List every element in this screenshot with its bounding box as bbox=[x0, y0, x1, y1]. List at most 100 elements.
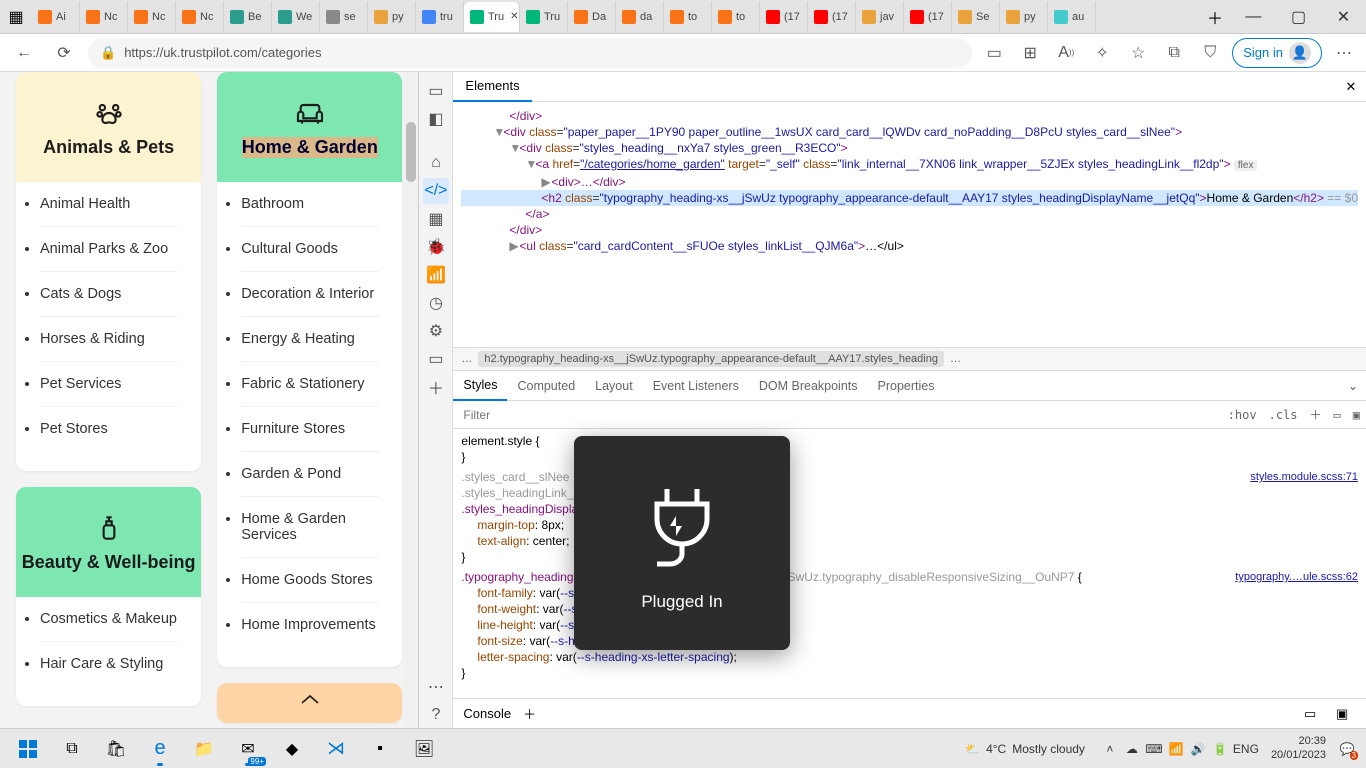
elements-tool-icon[interactable]: </> bbox=[423, 178, 449, 204]
url-box[interactable]: 🔒 https://uk.trustpilot.com/categories bbox=[88, 38, 972, 68]
browser-tab[interactable]: to bbox=[664, 2, 712, 32]
hov-toggle[interactable]: :hov bbox=[1222, 408, 1263, 422]
dock-icon[interactable]: ▭ bbox=[423, 78, 449, 104]
browser-tab[interactable]: Nc bbox=[128, 2, 176, 32]
help-icon[interactable]: ? bbox=[423, 702, 449, 728]
clock[interactable]: 20:39 20/01/2023 bbox=[1271, 735, 1326, 761]
category-link[interactable]: Decoration & Interior bbox=[241, 272, 378, 317]
browser-tab[interactable]: Se bbox=[952, 2, 1000, 32]
dom-breadcrumb[interactable]: … h2.typography_heading-xs__jSwUz.typogr… bbox=[453, 347, 1366, 371]
new-tab-button[interactable]: ＋ bbox=[1199, 0, 1231, 34]
cls-toggle[interactable]: .cls bbox=[1263, 408, 1304, 422]
dock-icon[interactable]: ◧ bbox=[423, 106, 449, 132]
app-icon[interactable]: ◆ bbox=[270, 730, 314, 768]
file-explorer-icon[interactable]: 📁 bbox=[182, 730, 226, 768]
toggle-button[interactable]: ▭ bbox=[1328, 408, 1347, 422]
browser-tab[interactable]: Da bbox=[568, 2, 616, 32]
browser-tab[interactable]: Tru✕ bbox=[464, 2, 520, 32]
category-link[interactable]: Cats & Dogs bbox=[40, 272, 177, 317]
category-link[interactable]: Home & Garden Services bbox=[241, 497, 378, 558]
category-link[interactable]: Animal Parks & Zoo bbox=[40, 227, 177, 272]
browser-tab[interactable]: to bbox=[712, 2, 760, 32]
notifications-icon[interactable]: 💬3 bbox=[1338, 740, 1356, 758]
close-tab-icon[interactable]: ✕ bbox=[510, 11, 518, 22]
input-icon[interactable]: ⌨ bbox=[1145, 740, 1163, 758]
browser-tab[interactable]: (17 bbox=[760, 2, 808, 32]
back-button[interactable]: ← bbox=[8, 37, 40, 69]
tool-icon[interactable]: ▭ bbox=[423, 346, 449, 372]
shield-icon[interactable]: ⛉ bbox=[1196, 39, 1224, 67]
browser-tab[interactable]: jav bbox=[856, 2, 904, 32]
browser-tab[interactable]: Be bbox=[224, 2, 272, 32]
tab-styles[interactable]: Styles bbox=[453, 371, 507, 401]
category-link[interactable]: Home Goods Stores bbox=[241, 558, 378, 603]
read-aloud-icon[interactable]: A)) bbox=[1052, 39, 1080, 67]
category-link[interactable]: Hair Care & Styling bbox=[40, 642, 177, 686]
add-tool-icon[interactable]: ＋ bbox=[423, 374, 449, 400]
styles-filter-input[interactable] bbox=[453, 408, 1221, 422]
source-link[interactable]: typography.…ule.scss:62 bbox=[1235, 571, 1358, 583]
language-indicator[interactable]: ENG bbox=[1233, 742, 1259, 756]
category-link[interactable]: Furniture Stores bbox=[241, 407, 378, 452]
onedrive-icon[interactable]: ☁ bbox=[1123, 740, 1141, 758]
browser-tab[interactable]: Tru bbox=[520, 2, 568, 32]
category-link[interactable]: Pet Stores bbox=[40, 407, 177, 451]
browser-tab[interactable]: da bbox=[616, 2, 664, 32]
tool-icon[interactable]: ⌂ bbox=[423, 150, 449, 176]
close-window-button[interactable]: ✕ bbox=[1321, 0, 1366, 34]
browser-tab[interactable]: Ai bbox=[32, 2, 80, 32]
category-heading-link[interactable] bbox=[217, 683, 402, 723]
more-tools-icon[interactable]: ⋯ bbox=[423, 674, 449, 700]
category-link[interactable]: Cosmetics & Makeup bbox=[40, 597, 177, 642]
devtools-close-button[interactable]: ✕ bbox=[1336, 79, 1366, 95]
new-rule-button[interactable]: ＋ bbox=[1304, 406, 1328, 423]
tool-icon[interactable]: ▦ bbox=[423, 206, 449, 232]
browser-tab[interactable]: se bbox=[320, 2, 368, 32]
tab-properties[interactable]: Properties bbox=[868, 371, 945, 401]
more-menu-icon[interactable]: ⋯ bbox=[1330, 39, 1358, 67]
edge-icon[interactable]: e bbox=[138, 730, 182, 768]
add-drawer-button[interactable]: ＋ bbox=[523, 704, 543, 723]
settings-tool-icon[interactable]: ⚙ bbox=[423, 318, 449, 344]
browser-tab[interactable]: Nc bbox=[176, 2, 224, 32]
tab-dom-breakpoints[interactable]: DOM Breakpoints bbox=[749, 371, 868, 401]
page-scrollbar[interactable] bbox=[404, 72, 418, 728]
toolbar-icon[interactable]: ▭ bbox=[980, 39, 1008, 67]
toggle-button[interactable]: ▣ bbox=[1347, 408, 1366, 422]
browser-tab[interactable]: au bbox=[1048, 2, 1096, 32]
vscode-icon[interactable]: ⋊ bbox=[314, 730, 358, 768]
terminal-icon[interactable]: ▪ bbox=[358, 730, 402, 768]
category-link[interactable]: Cultural Goods bbox=[241, 227, 378, 272]
sign-in-button[interactable]: Sign in 👤 bbox=[1232, 38, 1322, 68]
refresh-button[interactable]: ⟳ bbox=[48, 37, 80, 69]
weather-widget[interactable]: ⛅ 4°C Mostly cloudy bbox=[965, 742, 1085, 756]
collections-icon[interactable]: ⧉ bbox=[1160, 39, 1188, 67]
console-tab[interactable]: Console bbox=[463, 706, 511, 721]
category-heading-link[interactable]: Animals & Pets bbox=[16, 72, 201, 182]
task-view-button[interactable]: ⧉ bbox=[50, 730, 94, 768]
category-link[interactable]: Garden & Pond bbox=[241, 452, 378, 497]
category-link[interactable]: Bathroom bbox=[241, 182, 378, 227]
tab-layout[interactable]: Layout bbox=[585, 371, 643, 401]
tab-elements[interactable]: Elements bbox=[453, 72, 531, 102]
drawer-icon[interactable]: ▭ bbox=[1304, 706, 1324, 722]
network-tool-icon[interactable]: 📶 bbox=[423, 262, 449, 288]
tray-chevron-icon[interactable]: ˄ bbox=[1101, 740, 1119, 758]
volume-icon[interactable]: 🔊 bbox=[1189, 740, 1207, 758]
category-link[interactable]: Energy & Heating bbox=[241, 317, 378, 362]
browser-tab[interactable]: (17 bbox=[904, 2, 952, 32]
mail-icon[interactable]: ✉99+ bbox=[226, 730, 270, 768]
tab-computed[interactable]: Computed bbox=[507, 371, 585, 401]
source-link[interactable]: styles.module.scss:71 bbox=[1250, 471, 1358, 483]
favorites-add-icon[interactable]: ✧ bbox=[1088, 39, 1116, 67]
browser-tab[interactable]: We bbox=[272, 2, 320, 32]
toolbar-icon[interactable]: ⊞ bbox=[1016, 39, 1044, 67]
browser-tab[interactable]: Nc bbox=[80, 2, 128, 32]
category-link[interactable]: Horses & Riding bbox=[40, 317, 177, 362]
tool-icon[interactable]: 🐞 bbox=[423, 234, 449, 260]
browser-tab[interactable]: (17 bbox=[808, 2, 856, 32]
browser-tab[interactable]: tru bbox=[416, 2, 464, 32]
tab-event-listeners[interactable]: Event Listeners bbox=[643, 371, 749, 401]
category-heading-link[interactable]: Home & Garden bbox=[217, 72, 402, 182]
category-heading-link[interactable]: Beauty & Well-being bbox=[16, 487, 201, 597]
